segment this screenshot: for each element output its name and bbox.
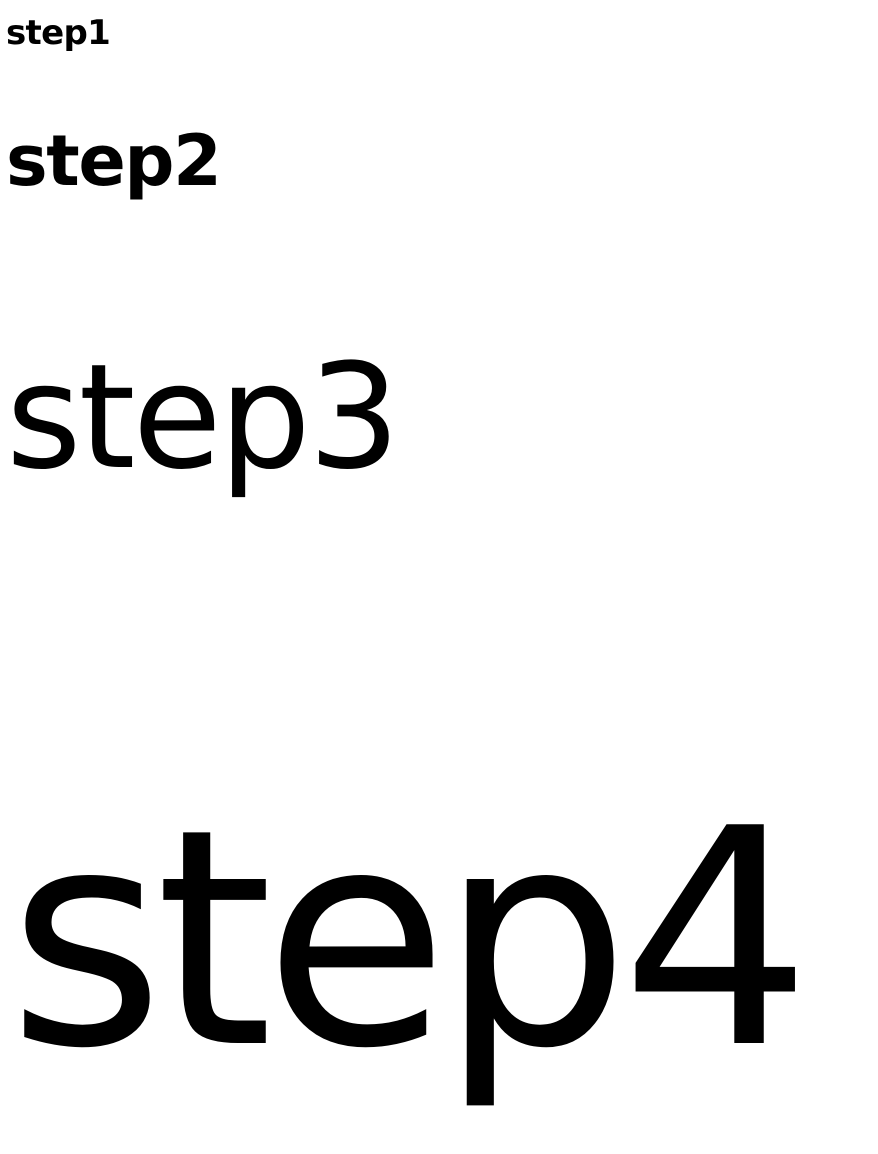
step3-text: step3	[6, 333, 400, 502]
step2-text: step2	[6, 120, 222, 202]
step4-text: step4	[8, 765, 812, 1114]
step1-text: step1	[6, 13, 111, 53]
